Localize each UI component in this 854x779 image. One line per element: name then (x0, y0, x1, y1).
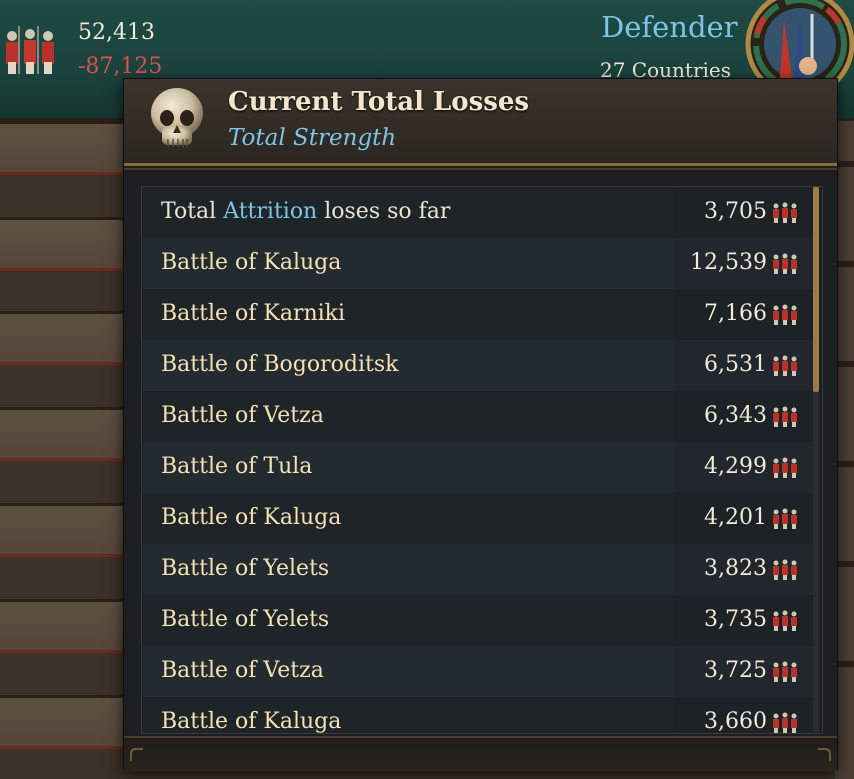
defender-label[interactable]: Defender (601, 10, 738, 44)
ornament-icon (818, 748, 831, 761)
soldiers-icon (773, 661, 797, 682)
losses-delta-value: -87,125 (78, 54, 163, 79)
soldiers-icon (773, 406, 797, 427)
battle-losses: 3,735 (704, 607, 767, 632)
battle-name: Battle of Karniki (161, 301, 346, 326)
soldiers-icon (6, 26, 54, 74)
soldiers-icon (773, 457, 797, 478)
ornament-icon (130, 748, 143, 761)
attrition-label: Total Attrition loses so far (161, 199, 451, 224)
attrition-value: 3,705 (704, 199, 767, 224)
soldiers-icon (773, 253, 797, 274)
battle-losses: 3,725 (704, 658, 767, 683)
battle-losses: 6,343 (704, 403, 767, 428)
list-scrollbar[interactable] (813, 187, 819, 732)
background-list (0, 121, 130, 779)
soldiers-icon (773, 304, 797, 325)
battle-row: Battle of Yelets 3,823 (143, 544, 815, 595)
battle-row: Battle of Kaluga 3,660 (143, 697, 815, 734)
battle-row: Battle of Karniki 7,166 (143, 289, 815, 340)
scrollbar-thumb[interactable] (813, 187, 819, 392)
battle-losses: 4,201 (704, 505, 767, 530)
battle-losses: 3,660 (704, 709, 767, 734)
soldiers-icon (773, 559, 797, 580)
tooltip-header: Current Total Losses Total Strength (124, 79, 837, 170)
battle-row: Battle of Yelets 3,735 (143, 595, 815, 646)
soldiers-icon (773, 712, 797, 733)
soldiers-icon (773, 508, 797, 529)
battle-losses: 7,166 (704, 301, 767, 326)
battle-losses: 6,531 (704, 352, 767, 377)
battle-name: Battle of Yelets (161, 556, 330, 581)
battle-name: Battle of Kaluga (161, 709, 342, 734)
battle-row: Battle of Kaluga 4,201 (143, 493, 815, 544)
tooltip-title: Current Total Losses (228, 87, 530, 117)
battle-row: Battle of Vetza 3,725 (143, 646, 815, 697)
skull-icon (151, 88, 203, 147)
battle-name: Battle of Yelets (161, 607, 330, 632)
battle-name: Battle of Tula (161, 454, 313, 479)
battle-name: Battle of Kaluga (161, 505, 342, 530)
losses-tooltip: Current Total Losses Total Strength Tota… (123, 78, 838, 771)
battle-losses: 12,539 (690, 250, 767, 275)
battle-name: Battle of Vetza (161, 658, 324, 683)
attrition-row: Total Attrition loses so far 3,705 (143, 187, 815, 238)
battle-losses: 3,823 (704, 556, 767, 581)
total-strength-value: 52,413 (78, 20, 155, 45)
soldiers-icon (773, 355, 797, 376)
battle-losses: 4,299 (704, 454, 767, 479)
losses-list[interactable]: Total Attrition loses so far 3,705 Battl… (141, 186, 823, 734)
soldiers-icon (773, 610, 797, 631)
battle-row: Battle of Bogoroditsk 6,531 (143, 340, 815, 391)
battle-row: Battle of Tula 4,299 (143, 442, 815, 493)
battle-row: Battle of Vetza 6,343 (143, 391, 815, 442)
battle-name: Battle of Kaluga (161, 250, 342, 275)
battle-name: Battle of Bogoroditsk (161, 352, 399, 377)
tooltip-subtitle: Total Strength (228, 125, 397, 151)
soldiers-icon (773, 202, 797, 223)
tooltip-footer (124, 736, 837, 771)
battle-name: Battle of Vetza (161, 403, 324, 428)
attrition-keyword[interactable]: Attrition (223, 199, 317, 224)
battle-row: Battle of Kaluga 12,539 (143, 238, 815, 289)
